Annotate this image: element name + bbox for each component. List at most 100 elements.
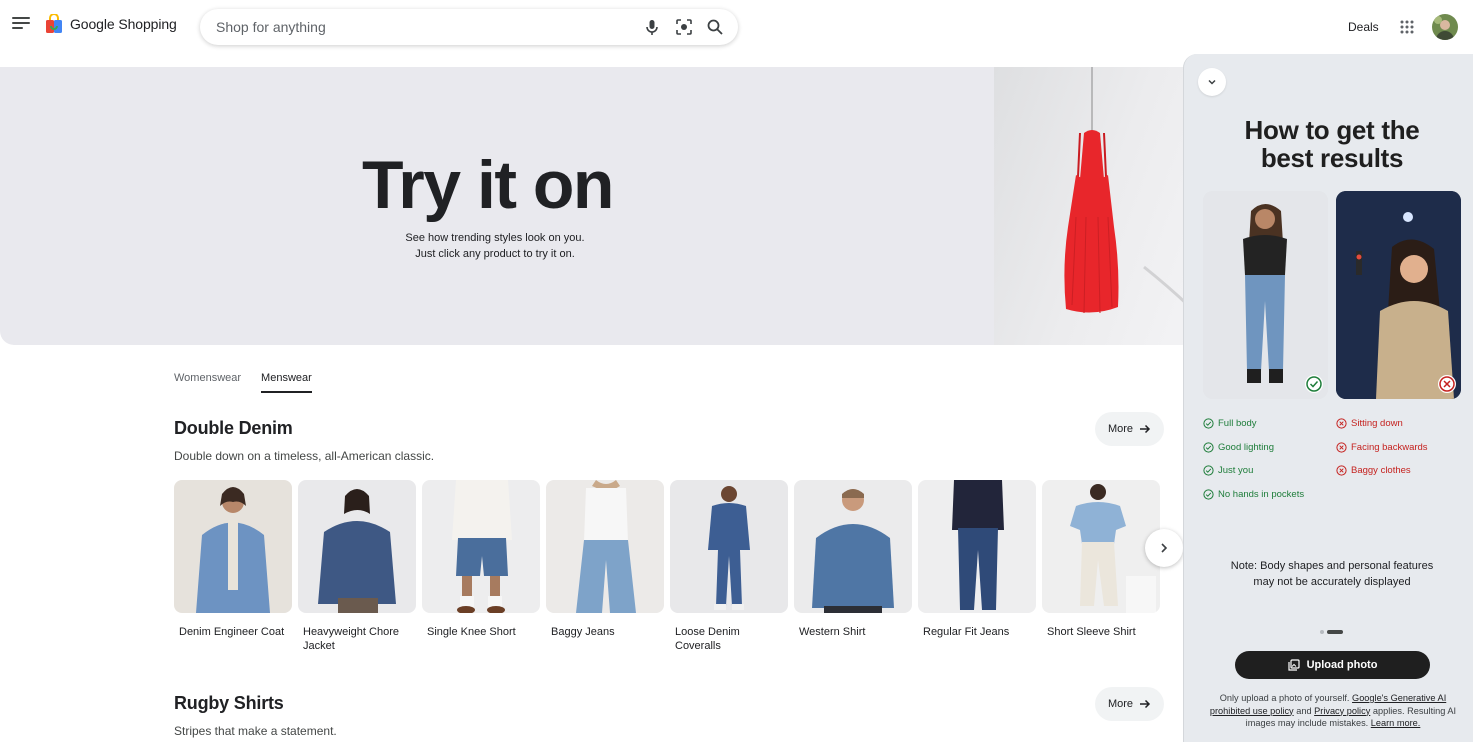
x-circle-icon [1336, 465, 1347, 476]
more-button-label: More [1107, 423, 1134, 435]
apps-grid-icon[interactable] [1400, 20, 1414, 34]
panel-note: Note: Body shapes and personal features … [1204, 558, 1460, 590]
tab-menswear[interactable]: Menswear [261, 372, 312, 393]
check-circle-icon [1306, 376, 1322, 392]
product-image [794, 480, 912, 613]
chore-jacket-image [318, 489, 396, 613]
privacy-policy-link[interactable]: Privacy policy [1314, 706, 1370, 716]
pager-dot[interactable] [1320, 630, 1324, 634]
bad-tip: Facing backwards [1336, 436, 1428, 460]
product-image [670, 480, 788, 613]
bad-tip-label: Sitting down [1351, 418, 1403, 429]
upload-disclaimer: Only upload a photo of yourself. Google'… [1202, 692, 1464, 730]
good-tip: No hands in pockets [1203, 483, 1304, 507]
full-body-photo [1203, 191, 1328, 399]
product-name: Short Sleeve Shirt [1047, 626, 1136, 638]
product-name: Regular Fit Jeans [923, 626, 1010, 638]
deals-link[interactable]: Deals [1348, 20, 1379, 34]
tab-womenswear[interactable]: Womenswear [174, 372, 241, 393]
top-bar: Google Shopping Deals [0, 0, 1473, 56]
try-on-tips-panel: How to get the best results Full body Go… [1183, 54, 1473, 742]
regular-jeans-image [952, 480, 1004, 610]
hero-subtitle: See how trending styles look on you. Jus… [395, 230, 595, 262]
hero-subtitle-line: Just click any product to try it on. [415, 248, 575, 260]
more-button-double-denim[interactable]: More [1095, 412, 1164, 446]
approved-badge [1305, 375, 1323, 393]
upload-photo-label: Upload photo [1306, 659, 1378, 671]
product-image [1042, 480, 1160, 613]
product-name: Single Knee Short [427, 626, 516, 638]
camera-lens-icon[interactable] [675, 18, 693, 36]
account-avatar[interactable] [1432, 14, 1458, 40]
disclaimer-text: Only upload a photo of yourself. [1219, 693, 1350, 703]
good-tip: Full body [1203, 412, 1304, 436]
search-icon[interactable] [706, 18, 724, 36]
product-image [422, 480, 540, 613]
product-card[interactable]: Baggy Jeans [546, 480, 664, 653]
main-menu-button[interactable] [12, 17, 30, 31]
arrow-right-icon [1140, 424, 1151, 434]
denim-coat-image [196, 487, 270, 613]
arrow-right-icon [1140, 699, 1151, 709]
avatar-image [1432, 14, 1458, 40]
product-card[interactable]: Heavyweight Chore Jacket [298, 480, 416, 653]
google-shopping-logo[interactable]: Google Shopping [45, 14, 177, 34]
panel-title-line: How to get the [1244, 115, 1420, 145]
x-circle-icon [1336, 442, 1347, 453]
pager-dot-active[interactable] [1327, 630, 1343, 634]
section-subtitle: Double down on a timeless, all-American … [174, 449, 435, 463]
section-subtitle: Stripes that make a statement. [174, 724, 337, 738]
knee-short-image [452, 480, 512, 613]
product-carousel: Denim Engineer Coat Heavyweight Chore Ja… [174, 480, 1160, 653]
product-card[interactable]: Short Sleeve Shirt [1042, 480, 1160, 653]
bad-tip: Baggy clothes [1336, 459, 1428, 483]
western-shirt-image [812, 489, 894, 613]
baggy-jeans-image [576, 480, 636, 613]
hero-subtitle-line: See how trending styles look on you. [405, 232, 585, 244]
disclaimer-text: and [1296, 705, 1312, 716]
product-card[interactable]: Loose Denim Coveralls [670, 480, 788, 653]
bad-tip-label: Baggy clothes [1351, 465, 1411, 476]
section-title-rugby-shirts: Rugby Shirts [174, 693, 284, 713]
product-name: Baggy Jeans [551, 626, 615, 638]
product-image [918, 480, 1036, 613]
product-card[interactable]: Western Shirt [794, 480, 912, 653]
shopping-bag-icon [46, 14, 62, 33]
product-image [298, 480, 416, 613]
learn-more-link[interactable]: Learn more. [1371, 718, 1421, 728]
page: Google Shopping Deals [0, 0, 1473, 742]
search-bar [200, 9, 738, 45]
product-card[interactable]: Single Knee Short [422, 480, 540, 653]
good-tip-label: No hands in pockets [1218, 488, 1305, 500]
collapse-panel-button[interactable] [1198, 68, 1226, 96]
panel-note-line: Note: Body shapes and personal features [1230, 560, 1434, 572]
carousel-next-button[interactable] [1145, 529, 1183, 567]
photo-library-icon [1287, 659, 1300, 671]
upload-photo-button[interactable]: Upload photo [1235, 651, 1430, 679]
section-title-double-denim: Double Denim [174, 418, 293, 438]
rejected-badge [1438, 375, 1456, 393]
panel-title: How to get the best results [1204, 116, 1460, 172]
x-circle-icon [1439, 376, 1455, 392]
try-it-on-hero: Try it on See how trending styles look o… [0, 67, 1190, 345]
category-tabs: Womenswear Menswear [174, 372, 312, 393]
more-button-rugby-shirts[interactable]: More [1095, 687, 1164, 721]
hero-dress-image [994, 67, 1190, 345]
good-example-image [1203, 191, 1328, 399]
more-button-label: More [1107, 698, 1134, 710]
product-card[interactable]: Regular Fit Jeans [918, 480, 1036, 653]
menu-line [12, 22, 30, 24]
microphone-icon[interactable] [643, 18, 661, 36]
menu-line [12, 17, 30, 19]
good-tip-label: Full body [1218, 418, 1257, 429]
product-name: Loose Denim Coveralls [675, 626, 740, 652]
menu-line [12, 27, 23, 29]
product-name: Denim Engineer Coat [179, 626, 285, 638]
product-name: Western Shirt [799, 626, 866, 638]
search-input[interactable] [216, 9, 636, 45]
panel-title-line: best results [1260, 143, 1404, 173]
good-tip-label: Just you [1218, 465, 1254, 476]
product-card[interactable]: Denim Engineer Coat [174, 480, 292, 653]
denim-coveralls-image [708, 486, 750, 610]
good-tip: Just you [1203, 459, 1304, 483]
